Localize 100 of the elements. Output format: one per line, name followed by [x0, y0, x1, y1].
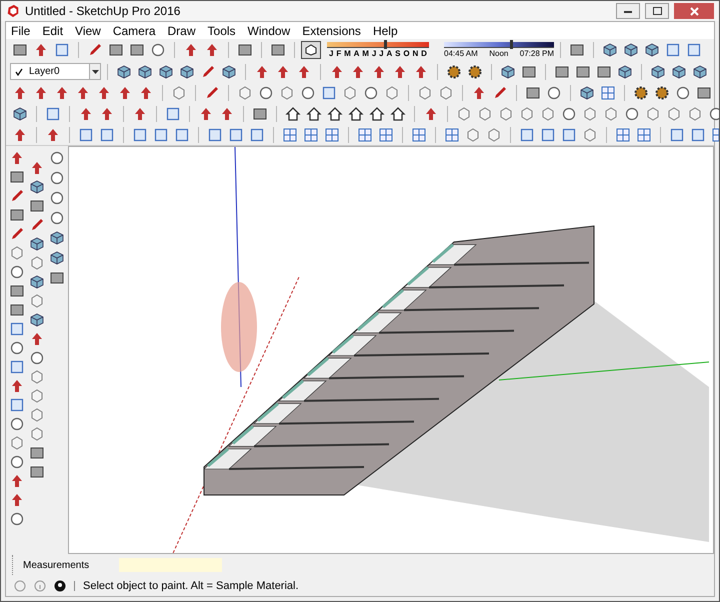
circle-icon[interactable] [624, 106, 640, 122]
gear-icon[interactable] [467, 64, 483, 80]
slider-thumb[interactable] [384, 40, 388, 48]
arrow-icon[interactable] [78, 106, 94, 122]
time-slider[interactable] [444, 42, 554, 48]
square-icon[interactable] [165, 106, 181, 122]
shape-icon[interactable] [465, 126, 481, 142]
square-icon[interactable] [561, 126, 577, 142]
box-icon[interactable] [29, 198, 45, 214]
date-slider[interactable] [327, 42, 429, 48]
house-icon[interactable] [306, 106, 322, 122]
shape-icon[interactable] [417, 84, 433, 100]
square-icon[interactable] [540, 126, 556, 142]
pencil-icon[interactable] [9, 226, 25, 242]
menu-item[interactable]: Camera [112, 22, 156, 40]
arrow-icon[interactable] [54, 84, 70, 100]
circle-icon[interactable] [9, 340, 25, 356]
shadows-toggle-button[interactable] [301, 41, 321, 59]
square-icon[interactable] [174, 126, 190, 142]
square-icon[interactable] [54, 42, 70, 58]
arrow-icon[interactable] [219, 106, 235, 122]
box-icon[interactable] [554, 64, 570, 80]
arrow-icon[interactable] [33, 84, 49, 100]
box-icon[interactable] [49, 270, 65, 286]
shape-icon[interactable] [29, 426, 45, 442]
circle-icon[interactable] [49, 190, 65, 206]
box-icon[interactable] [29, 445, 45, 461]
arrow-icon[interactable] [198, 106, 214, 122]
layer-dropdown[interactable]: Layer0 [10, 63, 101, 80]
grid-icon[interactable] [378, 126, 394, 142]
arrow-icon[interactable] [275, 64, 291, 80]
shape-icon[interactable] [237, 84, 253, 100]
square-icon[interactable] [132, 126, 148, 142]
gear-icon[interactable] [633, 84, 649, 100]
square-icon[interactable] [519, 126, 535, 142]
shape-icon[interactable] [29, 407, 45, 423]
shape-icon[interactable] [438, 84, 454, 100]
house-icon[interactable] [369, 106, 385, 122]
house-icon[interactable] [348, 106, 364, 122]
house-icon[interactable] [327, 106, 343, 122]
arrow-icon[interactable] [254, 64, 270, 80]
circle-icon[interactable] [675, 84, 691, 100]
grid-icon[interactable] [636, 126, 652, 142]
shape-icon[interactable] [29, 388, 45, 404]
circle-icon[interactable] [9, 416, 25, 432]
pencil-icon[interactable] [200, 64, 216, 80]
square-icon[interactable] [45, 106, 61, 122]
arrow-icon[interactable] [75, 84, 91, 100]
arrow-icon[interactable] [204, 42, 220, 58]
pencil-icon[interactable] [492, 84, 508, 100]
shape-icon[interactable] [645, 106, 661, 122]
square-icon[interactable] [665, 42, 681, 58]
box-icon[interactable] [108, 42, 124, 58]
shape-icon[interactable] [9, 435, 25, 451]
square-icon[interactable] [686, 42, 702, 58]
box-icon[interactable] [237, 42, 253, 58]
grid-icon[interactable] [357, 126, 373, 142]
square-icon[interactable] [207, 126, 223, 142]
shape-icon[interactable] [582, 126, 598, 142]
house-icon[interactable] [285, 106, 301, 122]
menu-item[interactable]: Edit [42, 22, 64, 40]
square-icon[interactable] [9, 321, 25, 337]
circle-icon[interactable] [9, 454, 25, 470]
circle-icon[interactable] [49, 170, 65, 186]
shape-icon[interactable] [477, 106, 493, 122]
arrow-icon[interactable] [12, 126, 28, 142]
square-icon[interactable] [99, 126, 115, 142]
slider-thumb[interactable] [510, 40, 513, 48]
shape-icon[interactable] [519, 106, 535, 122]
arrow-icon[interactable] [350, 64, 366, 80]
pencil-icon[interactable] [204, 84, 220, 100]
grid-icon[interactable] [444, 126, 460, 142]
box-icon[interactable] [270, 42, 286, 58]
menu-item[interactable]: Window [248, 22, 290, 40]
square-icon[interactable] [9, 359, 25, 375]
shape-icon[interactable] [582, 106, 598, 122]
box-icon[interactable] [9, 169, 25, 185]
circle-icon[interactable] [150, 42, 166, 58]
square-icon[interactable] [690, 126, 706, 142]
square-icon[interactable] [228, 126, 244, 142]
box-icon[interactable] [12, 42, 28, 58]
shape-icon[interactable] [384, 84, 400, 100]
arrow-icon[interactable] [183, 42, 199, 58]
circle-icon[interactable] [49, 150, 65, 166]
circle-icon[interactable] [258, 84, 274, 100]
shape-icon[interactable] [29, 369, 45, 385]
box-icon[interactable] [596, 64, 612, 80]
square-icon[interactable] [669, 126, 685, 142]
circle-icon[interactable] [9, 264, 25, 280]
circle-icon[interactable] [9, 511, 25, 527]
box-icon[interactable] [9, 283, 25, 299]
arrow-icon[interactable] [9, 378, 25, 394]
box-icon[interactable] [521, 64, 537, 80]
box-icon[interactable] [129, 42, 145, 58]
shape-icon[interactable] [29, 293, 45, 309]
arrow-icon[interactable] [33, 42, 49, 58]
house-icon[interactable] [390, 106, 406, 122]
menu-item[interactable]: Tools [208, 22, 236, 40]
box-icon[interactable] [252, 106, 268, 122]
close-button[interactable] [674, 3, 714, 19]
